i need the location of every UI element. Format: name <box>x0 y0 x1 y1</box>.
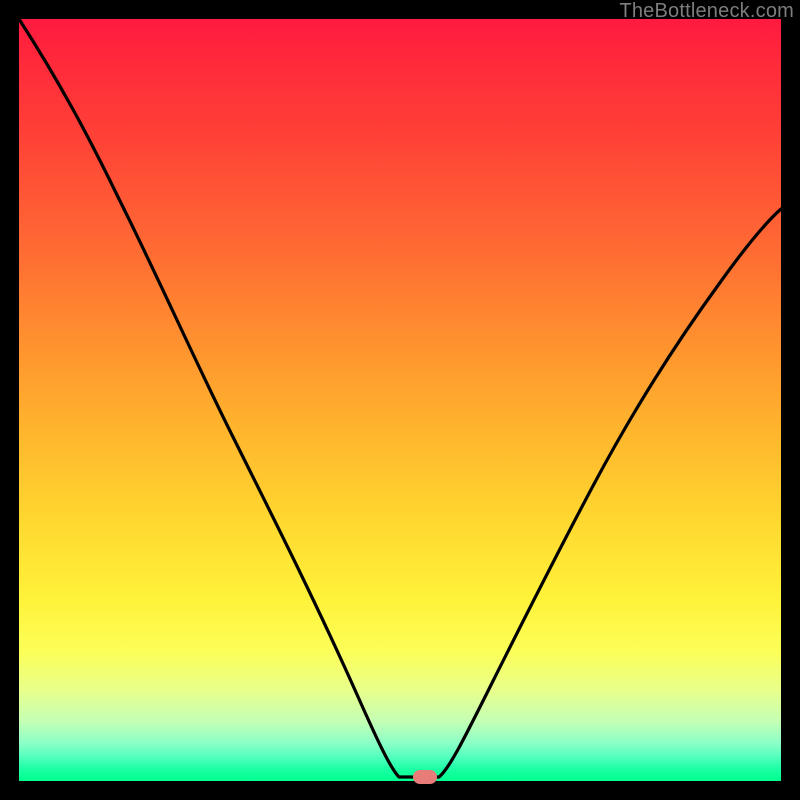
chart-stage: TheBottleneck.com <box>0 0 800 800</box>
curve-path <box>19 19 781 777</box>
watermark-text: TheBottleneck.com <box>619 0 794 23</box>
bottleneck-curve <box>19 19 781 781</box>
optimal-marker <box>413 770 437 784</box>
plot-area <box>19 19 781 781</box>
